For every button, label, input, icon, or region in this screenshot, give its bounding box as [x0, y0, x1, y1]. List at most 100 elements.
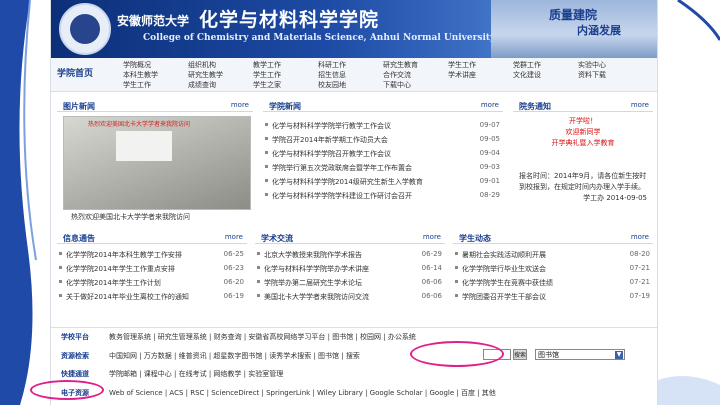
bullet-icon — [265, 179, 268, 182]
nav-link[interactable]: 学生之家 — [253, 80, 318, 90]
university-seal-icon[interactable] — [59, 3, 111, 55]
list-item[interactable]: 学院举办第二届研究生学术论坛 06-06 — [255, 275, 445, 289]
item-title[interactable]: 学院团委召开学生干部会议 — [462, 292, 546, 302]
more-link[interactable]: more — [231, 101, 249, 109]
nav-link[interactable]: 文化建设 — [513, 70, 578, 80]
nav-link[interactable]: 科研工作 — [318, 60, 383, 70]
list-item[interactable]: 暑期社会实践活动顺利开展 08-20 — [453, 247, 653, 261]
list-item[interactable]: 化学学院举行毕业生欢送会 07-21 — [453, 261, 653, 275]
more-link[interactable]: more — [481, 101, 499, 109]
list-item[interactable]: 化学学院2014年学生工作计划 06-20 — [57, 275, 247, 289]
nav-link[interactable]: 校友园地 — [318, 80, 383, 90]
more-link[interactable]: more — [631, 101, 649, 109]
info-bulletin-header: 信息通告 more — [57, 232, 247, 244]
item-title[interactable]: 美国北卡大学学者来我院访问交流 — [264, 292, 369, 302]
nav-link[interactable]: 本科生教学 — [123, 70, 188, 80]
item-title[interactable]: 关于做好2014年毕业生离校工作的通知 — [66, 292, 189, 302]
info-bulletin-list: 化学学院2014年本科生教学工作安排 06-25 化学学院2014年学生工作重点安排… — [57, 247, 247, 303]
academic-exchange-section: 学术交流 more 北京大学教授来我院作学术报告 06-29 化学与材料科学学院举办… — [255, 232, 445, 316]
item-title[interactable]: 化学与材料科学学院举行教学工作会议 — [272, 121, 391, 131]
item-title[interactable]: 学院召开2014年新学期工作动员大会 — [272, 135, 388, 145]
link-row-items[interactable]: 中国知网 | 万方数据 | 维普资讯 | 超星数字图书馆 | 读秀学术搜索 | … — [109, 351, 360, 361]
slogan-quality: 质量建院 — [549, 8, 598, 22]
item-title[interactable]: 化学与材料科学学院2014级研究生新生入学教育 — [272, 177, 423, 187]
item-date: 07-21 — [629, 278, 650, 286]
projection-screen — [116, 131, 172, 161]
item-title[interactable]: 暑期社会实践活动顺利开展 — [462, 250, 546, 260]
nav-link[interactable]: 学生工作 — [253, 70, 318, 80]
list-item[interactable]: 北京大学教授来我院作学术报告 06-29 — [255, 247, 445, 261]
college-news-list: 化学与材料科学学院举行教学工作会议 09-07 学院召开2014年新学期工作动员大会… — [263, 118, 503, 202]
college-title: 化学与材料科学学院 — [199, 9, 380, 31]
bullet-icon — [59, 280, 62, 283]
list-item[interactable]: 化学与材料科学学院2014级研究生新生入学教育 09-01 — [263, 174, 503, 188]
list-item[interactable]: 关于做好2014年毕业生离校工作的通知 06-19 — [57, 289, 247, 303]
nav-link[interactable]: 成绩查询 — [188, 80, 253, 90]
nav-link[interactable]: 学术讲座 — [448, 70, 513, 80]
bullet-icon — [265, 193, 268, 196]
nav-link[interactable]: 招生信息 — [318, 70, 383, 80]
link-row-items[interactable]: Web of Science | ACS | RSC | ScienceDire… — [109, 388, 496, 398]
list-item[interactable]: 化学与材料科学学院学科建设工作研讨会召开 08-29 — [263, 188, 503, 202]
photo-news-header: 图片新闻 more — [57, 100, 253, 112]
more-link[interactable]: more — [423, 233, 441, 241]
list-item[interactable]: 美国北卡大学学者来我院访问交流 06-06 — [255, 289, 445, 303]
photo-caption[interactable]: 热烈欢迎美国北卡大学学者来我院访问 — [71, 212, 190, 222]
list-item[interactable]: 化学学院学生在竞赛中获佳绩 07-21 — [453, 275, 653, 289]
item-title[interactable]: 化学学院2014年学生工作重点安排 — [66, 264, 175, 274]
item-title[interactable]: 化学学院2014年学生工作计划 — [66, 278, 161, 288]
more-link[interactable]: more — [225, 233, 243, 241]
bullet-icon — [265, 123, 268, 126]
nav-link[interactable]: 研究生教育 — [383, 60, 448, 70]
list-item[interactable]: 学院举行第五次党政联席会暨学年工作布置会 09-03 — [263, 160, 503, 174]
bullet-icon — [455, 252, 458, 255]
section-title: 信息通告 — [63, 234, 95, 243]
nav-link[interactable]: 下载中心 — [383, 80, 448, 90]
nav-link[interactable]: 资料下载 — [578, 70, 643, 80]
nav-link[interactable]: 党群工作 — [513, 60, 578, 70]
nav-link[interactable]: 教学工作 — [253, 60, 318, 70]
search-button[interactable]: 搜索 — [513, 349, 527, 360]
list-item[interactable]: 化学学院2014年学生工作重点安排 06-23 — [57, 261, 247, 275]
item-title[interactable]: 化学与材料科学学院召开教学工作会议 — [272, 149, 391, 159]
list-item[interactable]: 化学与材料科学学院举办学术讲座 06-14 — [255, 261, 445, 275]
list-item[interactable]: 化学学院2014年本科生教学工作安排 06-25 — [57, 247, 247, 261]
list-item[interactable]: 化学与材料科学学院召开教学工作会议 09-04 — [263, 146, 503, 160]
list-item[interactable]: 化学与材料科学学院举行教学工作会议 09-07 — [263, 118, 503, 132]
more-link[interactable]: more — [631, 233, 649, 241]
bullet-icon — [59, 252, 62, 255]
item-title[interactable]: 化学学院2014年本科生教学工作安排 — [66, 250, 182, 260]
item-title[interactable]: 化学学院举行毕业生欢送会 — [462, 264, 546, 274]
photo-news-section: 图片新闻 more 热烈欢迎美国北卡大学学者来我院访问 热烈欢迎美国北卡大学学者… — [57, 100, 253, 226]
link-row-items[interactable]: 教务管理系统 | 研究生管理系统 | 财务查询 | 安徽省高校网络学习平台 | … — [109, 332, 416, 342]
notice-red-title: 开学啦！ — [569, 117, 597, 125]
highlight-ring-search — [410, 341, 504, 367]
list-item[interactable]: 学院团委召开学生干部会议 07-19 — [453, 289, 653, 303]
item-date: 09-05 — [479, 135, 500, 143]
college-english-title: College of Chemistry and Materials Scien… — [143, 33, 496, 43]
nav-link[interactable]: 学生工作 — [448, 60, 513, 70]
item-date: 07-21 — [629, 264, 650, 272]
item-title[interactable]: 化学与材料科学学院学科建设工作研讨会召开 — [272, 191, 412, 201]
nav-link[interactable]: 组织机构 — [188, 60, 253, 70]
nav-home-link[interactable]: 学院首页 — [57, 66, 93, 79]
news-photo[interactable]: 热烈欢迎美国北卡大学学者来我院访问 — [63, 116, 251, 210]
item-title[interactable]: 化学学院学生在竞赛中获佳绩 — [462, 278, 553, 288]
chevron-down-icon[interactable]: ▼ — [615, 351, 623, 359]
link-row-shortcuts: 快捷通道 学院邮箱 | 课程中心 | 在线考试 | 网络教学 | 实验室管理 — [51, 365, 657, 381]
website-page: 安徽师范大学 化学与材料科学学院 College of Chemistry an… — [50, 0, 658, 405]
link-row-items[interactable]: 学院邮箱 | 课程中心 | 在线考试 | 网络教学 | 实验室管理 — [109, 369, 283, 379]
nav-link[interactable]: 研究生教学 — [188, 70, 253, 80]
nav-link[interactable]: 实验中心 — [578, 60, 643, 70]
item-title[interactable]: 化学与材料科学学院举办学术讲座 — [264, 264, 369, 274]
bullet-icon — [257, 266, 260, 269]
nav-link[interactable]: 合作交流 — [383, 70, 448, 80]
item-title[interactable]: 学院举办第二届研究生学术论坛 — [264, 278, 362, 288]
item-date: 06-23 — [223, 264, 244, 272]
nav-link[interactable]: 学生工作 — [123, 80, 188, 90]
search-scope-select[interactable]: 图书馆 ▼ — [535, 349, 625, 360]
nav-link[interactable]: 学院概况 — [123, 60, 188, 70]
item-title[interactable]: 学院举行第五次党政联席会暨学年工作布置会 — [272, 163, 412, 173]
list-item[interactable]: 学院召开2014年新学期工作动员大会 09-05 — [263, 132, 503, 146]
item-title[interactable]: 北京大学教授来我院作学术报告 — [264, 250, 362, 260]
